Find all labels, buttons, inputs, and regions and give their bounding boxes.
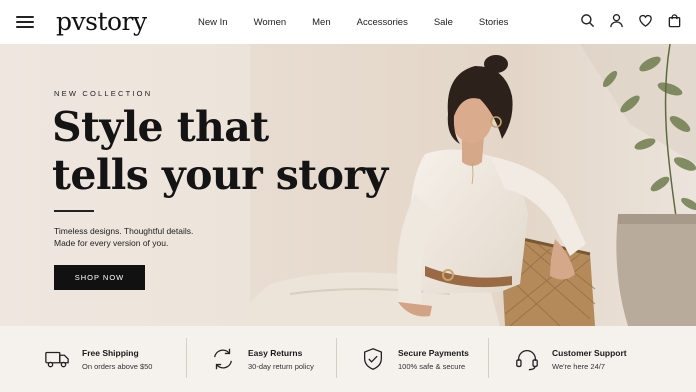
- hero-subtext-line2: Made for every version of you.: [54, 238, 169, 248]
- nav-item-sale[interactable]: Sale: [434, 17, 453, 28]
- feature-title: Free Shipping: [82, 347, 139, 358]
- hero-banner: NEW COLLECTION Style that tells your sto…: [0, 44, 696, 326]
- hero-eyebrow: NEW COLLECTION: [54, 89, 153, 98]
- feature-title: Customer Support: [552, 347, 627, 358]
- nav-item-women[interactable]: Women: [254, 17, 287, 28]
- nav-item-new-in[interactable]: New In: [198, 17, 228, 28]
- feature-easy-returns: Easy Returns 30-day return policy: [186, 326, 336, 392]
- features-bar: Free Shipping On orders above $50 Easy R…: [0, 326, 696, 392]
- truck-icon: [44, 346, 70, 372]
- feature-desc: 30-day return policy: [248, 361, 314, 371]
- nav-item-accessories[interactable]: Accessories: [357, 17, 408, 28]
- hero-divider: [54, 210, 94, 212]
- shop-now-button[interactable]: SHOP NOW: [54, 265, 145, 290]
- brand-logo[interactable]: pvstory: [56, 7, 147, 36]
- search-icon[interactable]: [580, 13, 595, 28]
- feature-desc: 100% safe & secure: [398, 361, 466, 371]
- hamburger-menu-icon[interactable]: [16, 13, 34, 31]
- hero-subtext-line1: Timeless designs. Thoughtful details.: [54, 226, 194, 236]
- feature-customer-support: Customer Support We're here 24/7: [488, 326, 696, 392]
- header-actions: [580, 13, 682, 28]
- nav-item-men[interactable]: Men: [312, 17, 330, 28]
- headset-icon: [514, 346, 540, 372]
- feature-free-shipping: Free Shipping On orders above $50: [0, 326, 186, 392]
- shield-icon: [360, 346, 386, 372]
- feature-title: Easy Returns: [248, 347, 303, 358]
- feature-title: Secure Payments: [398, 347, 469, 358]
- heart-icon[interactable]: [638, 13, 653, 28]
- bag-icon[interactable]: [667, 13, 682, 28]
- returns-icon: [210, 346, 236, 372]
- hero-headline: Style that tells your story: [52, 103, 388, 199]
- user-icon[interactable]: [609, 13, 624, 28]
- hero-subtext: Timeless designs. Thoughtful details. Ma…: [54, 225, 244, 249]
- nav-item-stories[interactable]: Stories: [479, 17, 509, 28]
- hero-headline-line2: tells your story: [52, 151, 388, 199]
- main-nav: New In Women Men Accessories Sale Storie…: [198, 0, 534, 44]
- hero-headline-line1: Style that: [52, 103, 269, 151]
- site-header: pvstory New In Women Men Accessories Sal…: [0, 0, 696, 44]
- feature-desc: We're here 24/7: [552, 361, 605, 371]
- feature-secure-payments: Secure Payments 100% safe & secure: [336, 326, 488, 392]
- feature-desc: On orders above $50: [82, 361, 153, 371]
